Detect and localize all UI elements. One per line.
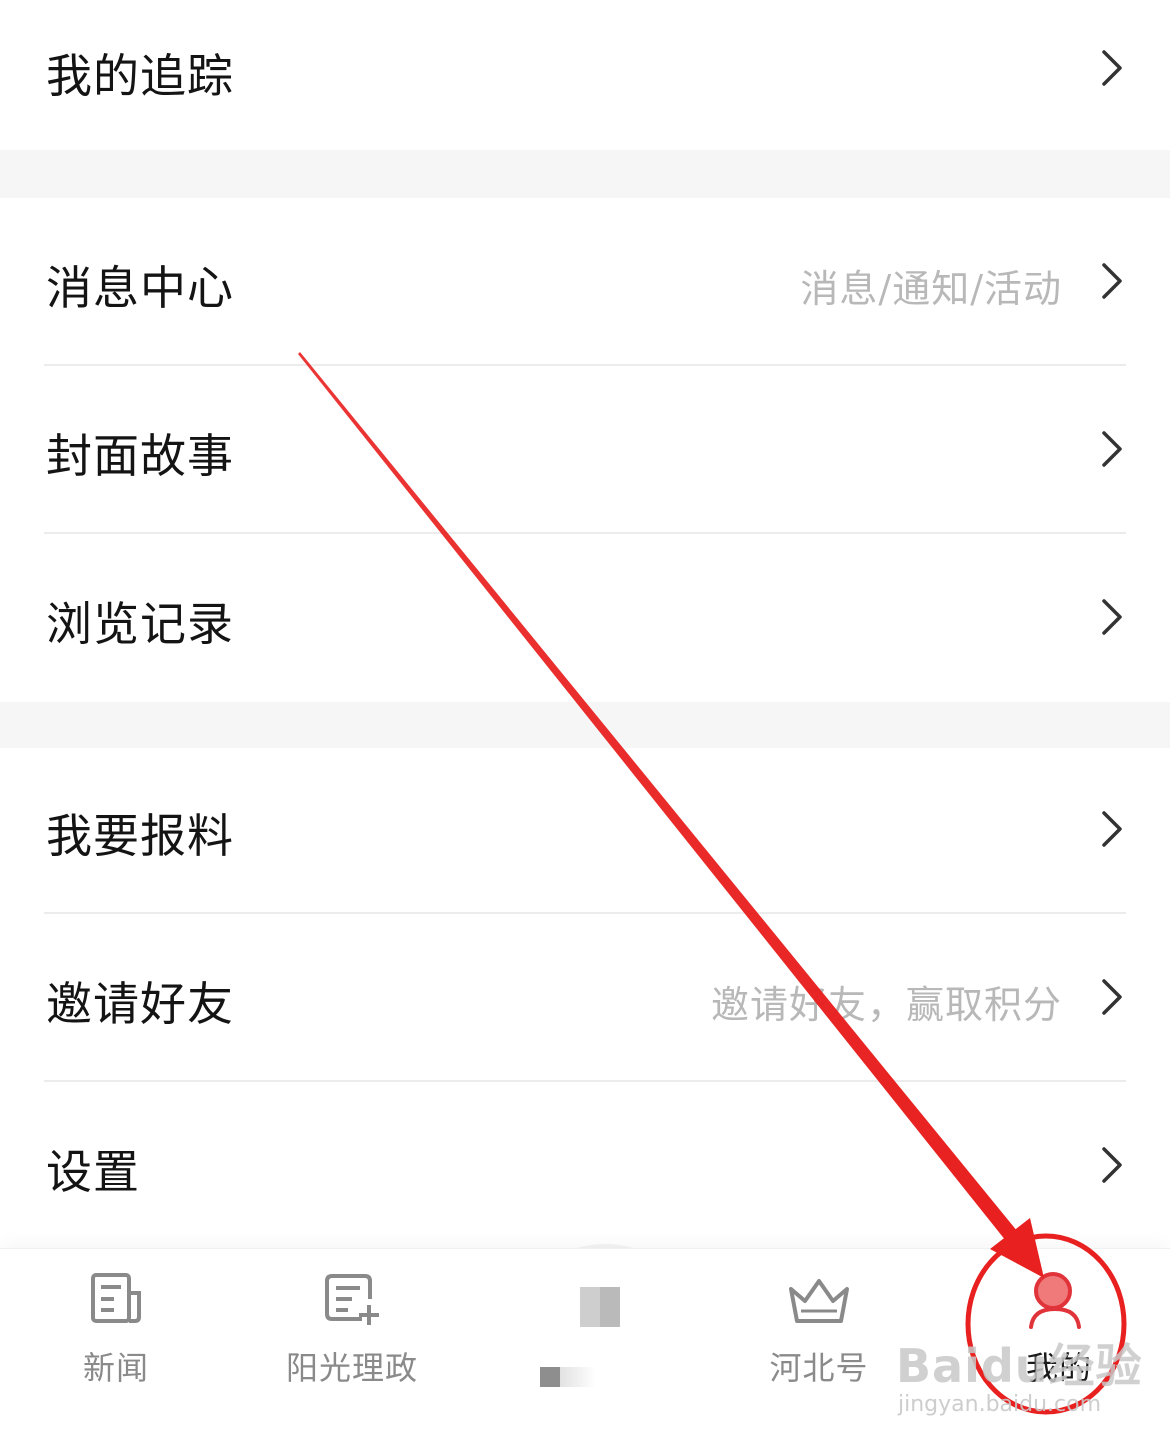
menu-item-hint: 邀请好友，赢取积分 [710,983,1062,1027]
menu-item-label: 封面故事 [46,429,234,483]
section-separator [0,702,1170,748]
chevron-right-icon [1102,263,1122,299]
menu-item-browse-history[interactable]: 浏览记录 [0,534,1170,702]
menu-item-settings[interactable]: 设置 [0,1082,1170,1246]
tab-sunshine-governance[interactable]: 阳光理政 [280,1249,424,1447]
menu-item-hint: 消息/通知/活动 [800,267,1062,311]
tab-center[interactable] [520,1249,680,1447]
edit-doc-icon [325,1274,379,1325]
center-placeholder-icon [580,1287,620,1327]
menu-item-cover-story[interactable]: 封面故事 [0,366,1170,532]
chevron-right-icon [1102,431,1122,467]
chevron-right-icon [1102,599,1122,635]
tab-label: 阳光理政 [285,1349,418,1387]
chevron-right-icon [1102,50,1122,86]
tab-news[interactable]: 新闻 [56,1249,176,1447]
section-separator [0,150,1170,198]
baidu-watermark-url: jingyan.baidu.com [898,1392,1102,1417]
center-indicator-icon [540,1367,560,1387]
chevron-right-icon [1102,1147,1122,1183]
baidu-watermark: Baidu经验 [896,1339,1143,1393]
menu-item-label: 浏览记录 [46,597,234,651]
menu-item-label: 我的追踪 [46,49,234,103]
tab-label: 河北号 [769,1349,869,1387]
chevron-right-icon [1102,979,1122,1015]
tab-label: 新闻 [82,1349,149,1387]
menu-item-my-tracking[interactable]: 我的追踪 [0,0,1170,150]
menu-item-label: 设置 [46,1145,140,1199]
user-icon [1029,1272,1081,1329]
menu-item-invite-friends[interactable]: 邀请好友 邀请好友，赢取积分 [0,914,1170,1080]
crown-icon [789,1279,849,1323]
menu-item-label: 消息中心 [46,261,234,315]
tab-hebei[interactable]: 河北号 [764,1249,874,1447]
center-indicator-fade [560,1367,596,1387]
menu-item-message-center[interactable]: 消息中心 消息/通知/活动 [0,198,1170,364]
newspaper-icon [91,1273,141,1323]
menu-item-label: 我要报料 [46,809,234,863]
menu-item-report-news[interactable]: 我要报料 [0,748,1170,912]
chevron-right-icon [1102,811,1122,847]
menu-item-label: 邀请好友 [46,977,234,1031]
